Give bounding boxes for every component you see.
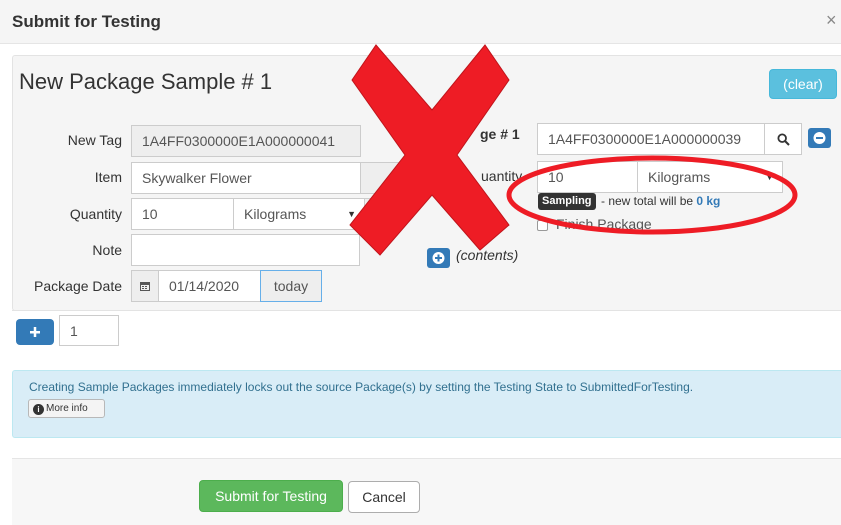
red-circle-annotation bbox=[506, 155, 798, 235]
red-x-annotation bbox=[349, 44, 510, 256]
annotation-overlay bbox=[349, 44, 798, 256]
